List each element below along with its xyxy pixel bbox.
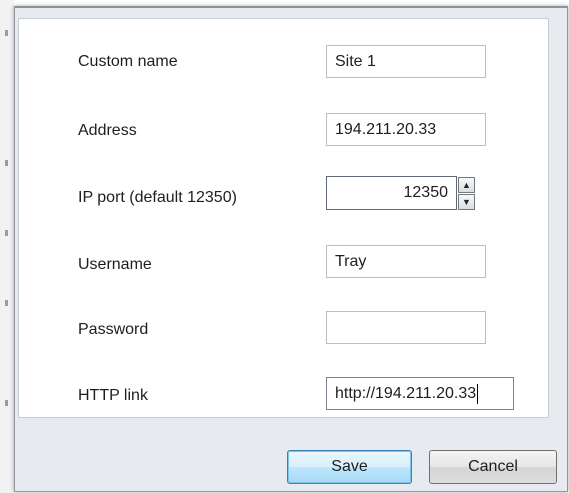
http-link-label: HTTP link — [78, 387, 148, 404]
http-link-field[interactable]: http://194.211.20.33 — [326, 377, 514, 410]
password-label: Password — [78, 321, 149, 338]
edge-mark — [5, 300, 8, 306]
cancel-button[interactable]: Cancel — [429, 450, 557, 484]
username-label: Username — [78, 256, 152, 273]
password-field[interactable] — [326, 311, 486, 344]
http-link-value: http://194.211.20.33 — [335, 385, 477, 402]
edge-mark — [5, 230, 8, 236]
address-field[interactable]: 194.211.20.33 — [326, 113, 486, 146]
ip-port-label: IP port (default 12350) — [78, 189, 237, 206]
address-value: 194.211.20.33 — [335, 121, 437, 138]
background-window-edge — [0, 0, 14, 493]
custom-name-field[interactable]: Site 1 — [326, 45, 486, 78]
ip-port-value: 12350 — [403, 184, 449, 201]
edge-mark — [5, 30, 8, 36]
edge-mark — [5, 160, 8, 166]
spin-down-button[interactable]: ▼ — [458, 194, 475, 210]
text-cursor — [477, 383, 479, 404]
edge-mark — [5, 400, 8, 406]
arrow-down-icon: ▼ — [462, 197, 471, 207]
username-value: Tray — [335, 253, 367, 270]
custom-name-label: Custom name — [78, 53, 178, 70]
arrow-up-icon: ▲ — [462, 180, 471, 190]
save-button[interactable]: Save — [287, 450, 412, 484]
form-panel — [18, 18, 549, 418]
username-field[interactable]: Tray — [326, 245, 486, 278]
custom-name-value: Site 1 — [335, 53, 376, 70]
spin-up-button[interactable]: ▲ — [458, 177, 475, 193]
ip-port-field[interactable]: 12350 — [326, 176, 457, 210]
address-label: Address — [78, 122, 137, 139]
